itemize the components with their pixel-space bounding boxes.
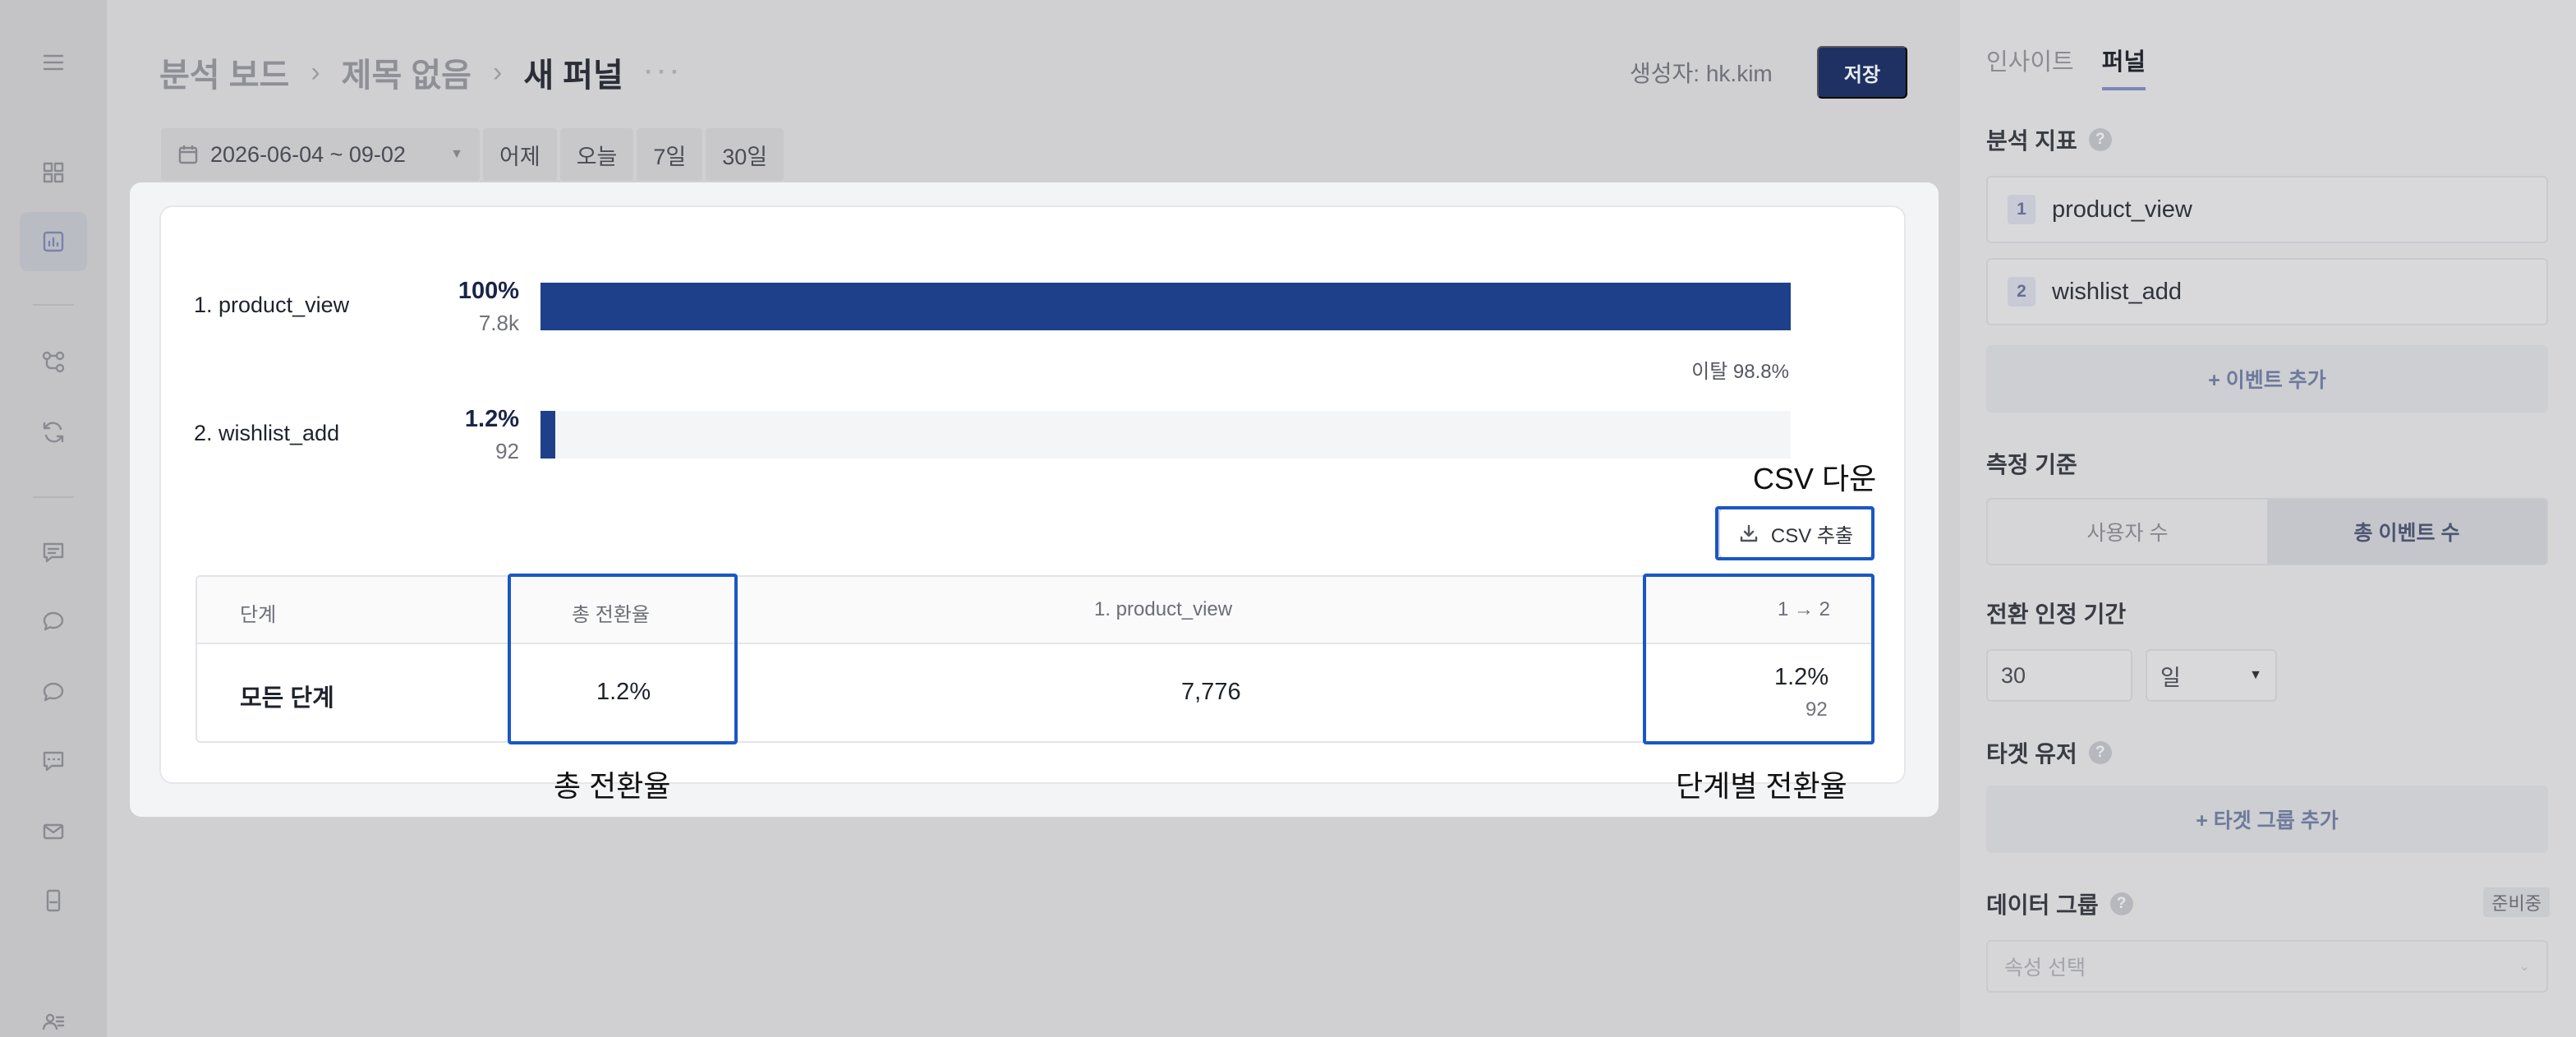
calendar-icon	[178, 145, 198, 164]
row-step: 모든 단계	[240, 685, 334, 712]
column-header-step1: 1. product_view	[1094, 598, 1233, 620]
step-count: 7.8k	[478, 311, 519, 335]
users-icon[interactable]	[20, 993, 87, 1037]
step-percent: 1.2%	[464, 406, 519, 432]
funnel-bar-track[interactable]	[540, 411, 1791, 459]
preset-today[interactable]: 오늘	[559, 128, 634, 181]
left-rail	[0, 0, 107, 1037]
step-count: 92	[495, 439, 519, 463]
dropoff-label: 이탈 98.8%	[1691, 361, 1789, 383]
caret-down-icon: ▼	[2249, 668, 2262, 682]
target-title: 타겟 유저	[1986, 741, 2077, 767]
attribute-placeholder: 속성 선택	[2004, 956, 2086, 979]
highlight-csv-button	[1715, 506, 1874, 560]
creator-label: 생성자:	[1630, 61, 1700, 86]
mobile-icon[interactable]	[20, 871, 87, 930]
mail-icon[interactable]	[20, 802, 87, 861]
help-icon[interactable]: ?	[2088, 741, 2112, 764]
chart-icon[interactable]	[20, 212, 87, 271]
chat-bubble-2-icon[interactable]	[20, 662, 87, 721]
event-index-badge: 1	[2008, 195, 2036, 224]
flow-icon[interactable]	[20, 332, 87, 391]
funnel-bar	[540, 283, 1791, 330]
chevron-right-icon: ›	[492, 56, 503, 88]
add-target-group-button[interactable]: + 타겟 그룹 추가	[1986, 786, 2548, 853]
annotation-csv: CSV 다운	[1753, 462, 1877, 495]
funnel-bar-track[interactable]	[540, 283, 1791, 330]
window-unit-value: 일	[2160, 665, 2181, 690]
chevron-right-icon: ›	[310, 56, 320, 88]
metrics-section-title: 분석 지표 ?	[1986, 123, 2112, 156]
event-name: wishlist_add	[2052, 278, 2182, 305]
row-step1-count: 7,776	[1181, 679, 1241, 705]
breadcrumb-board[interactable]: 분석 보드	[159, 48, 289, 96]
window-section-title: 전환 인정 기간	[1986, 601, 2127, 627]
chat-bubble-icon[interactable]	[20, 592, 87, 651]
window-value-input[interactable]: 30	[1986, 649, 2132, 702]
refresh-icon[interactable]	[20, 403, 87, 462]
highlight-total-rate	[508, 574, 738, 744]
date-range-picker[interactable]: 2026-06-04 ~ 09-02 ▼	[161, 128, 480, 181]
message-icon[interactable]	[20, 523, 87, 582]
add-event-button[interactable]: + 이벤트 추가	[1986, 345, 2548, 412]
page-title[interactable]: 새 퍼널	[523, 48, 623, 96]
event-name: product_view	[2052, 196, 2192, 223]
sidebar-tabs: 인사이트 퍼널	[1986, 43, 2146, 90]
group-section-title: 데이터 그룹 ?	[1986, 887, 2133, 920]
caret-down-icon: ▼	[450, 147, 463, 161]
event-item[interactable]: 2 wishlist_add	[1986, 258, 2548, 325]
preset-yesterday[interactable]: 어제	[483, 128, 557, 181]
settings-sidebar: 인사이트 퍼널 분석 지표 ? 1 product_view 2 wishlis…	[1960, 0, 2576, 1037]
funnel-panel: 1. product_view 100% 7.8k 이탈 98.8% 2. wi…	[130, 182, 1939, 817]
date-toolbar: 2026-06-04 ~ 09-02 ▼ 어제 오늘 7일 30일	[161, 128, 784, 181]
more-icon[interactable]: ···	[645, 58, 684, 86]
creator-name: hk.kim	[1705, 61, 1773, 86]
column-header-step: 단계	[240, 604, 277, 626]
preset-7days[interactable]: 7일	[637, 128, 703, 181]
highlight-stepwise-rate	[1643, 574, 1874, 744]
preset-30days[interactable]: 30일	[706, 128, 784, 181]
measure-toggle: 사용자 수 총 이벤트 수	[1986, 498, 2548, 565]
breadcrumb: 분석 보드 › 제목 없음 › 새 퍼널 ···	[159, 49, 684, 95]
step-label: 1. product_view	[194, 293, 350, 317]
measure-users-option[interactable]: 사용자 수	[1988, 500, 2267, 564]
metrics-title: 분석 지표	[1986, 128, 2077, 154]
measure-section-title: 측정 기준	[1986, 452, 2077, 477]
funnel-bar	[540, 411, 556, 459]
breadcrumb-untitled[interactable]: 제목 없음	[342, 48, 472, 96]
tab-insight[interactable]: 인사이트	[1986, 43, 2074, 90]
menu-icon[interactable]	[20, 33, 87, 92]
step-label: 2. wishlist_add	[194, 421, 340, 445]
event-index-badge: 2	[2008, 277, 2036, 306]
conversion-table: 단계 총 전환율 1. product_view 1 → 2 모든 단계 1.2…	[196, 575, 1873, 743]
save-button[interactable]: 저장	[1817, 46, 1907, 99]
window-unit-select[interactable]: 일 ▼	[2146, 649, 2277, 702]
chevron-down-icon: ⌄	[2518, 960, 2530, 974]
rail-divider	[33, 496, 74, 498]
creator-info: 생성자: hk.kim	[1630, 56, 1773, 89]
status-badge: 준비중	[2483, 887, 2550, 917]
annotation-total-rate: 총 전환율	[554, 769, 671, 803]
funnel-card: 1. product_view 100% 7.8k 이탈 98.8% 2. wi…	[159, 205, 1906, 803]
event-item[interactable]: 1 product_view	[1986, 176, 2548, 243]
help-icon[interactable]: ?	[2109, 892, 2133, 915]
group-title: 데이터 그룹	[1986, 892, 2099, 918]
measure-events-option[interactable]: 총 이벤트 수	[2267, 500, 2546, 564]
table-header	[197, 577, 1871, 644]
tab-funnel[interactable]: 퍼널	[2101, 43, 2146, 90]
date-range-value: 2026-06-04 ~ 09-02	[210, 141, 406, 167]
attribute-select[interactable]: 속성 선택 ⌄	[1986, 940, 2548, 993]
step-percent: 100%	[458, 278, 519, 304]
help-icon[interactable]: ?	[2088, 128, 2112, 151]
comment-icon[interactable]	[20, 731, 87, 790]
dashboard-icon[interactable]	[20, 143, 87, 202]
rail-divider	[33, 304, 74, 306]
target-section-title: 타겟 유저 ?	[1986, 736, 2112, 769]
annotation-stepwise-rate: 단계별 전환율	[1676, 769, 1847, 803]
